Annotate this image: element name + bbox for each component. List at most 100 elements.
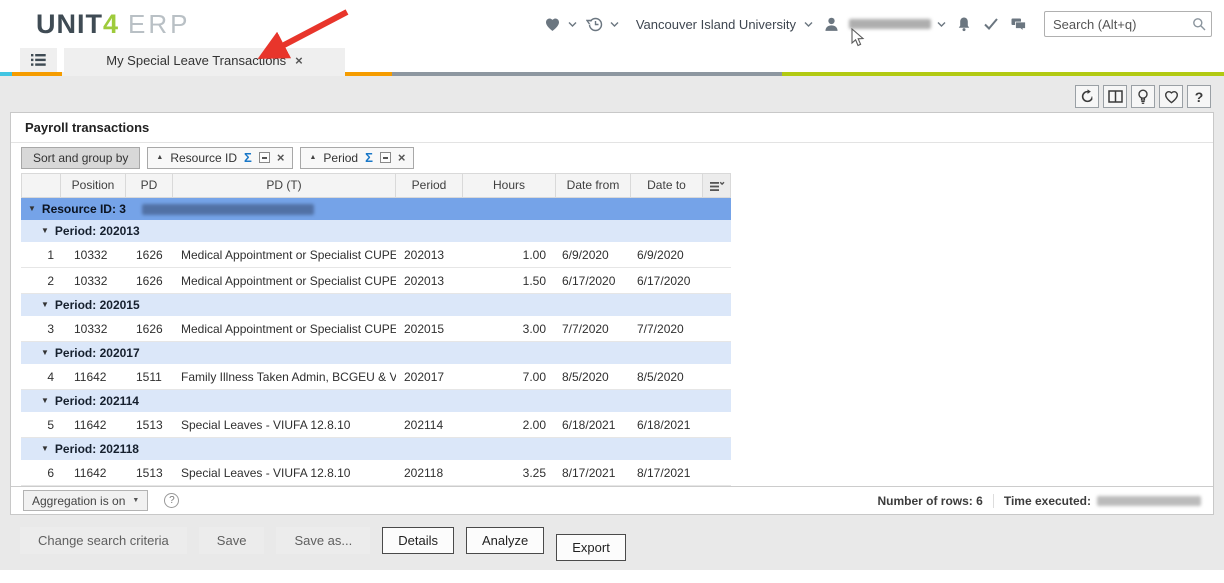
menu-list-icon[interactable] — [20, 48, 57, 72]
cell-pd-t: Special Leaves - VIUFA 12.8.10 — [173, 418, 396, 432]
stripe-green — [782, 72, 1224, 76]
cell-period: 202017 — [396, 370, 463, 384]
favorite-heart-outline-icon[interactable] — [1159, 85, 1183, 108]
collapse-arrow-icon[interactable]: ▼ — [41, 349, 49, 357]
period-group-label: Period: 202114 — [55, 394, 139, 408]
resource-group-row[interactable]: ▼Resource ID: 3 — [21, 198, 731, 220]
favorites-heart-icon[interactable] — [544, 15, 562, 33]
cell-position: 11642 — [61, 418, 126, 432]
cell-hours: 2.00 — [463, 418, 556, 432]
panel-title: Payroll transactions — [11, 113, 1213, 143]
cell-pd: 1626 — [126, 274, 173, 288]
organization-chevron-icon[interactable] — [804, 21, 813, 28]
app-header: UNIT4 ERP Vancouver Island University — [0, 0, 1224, 48]
table-row[interactable]: 2103321626Medical Appointment or Special… — [21, 268, 731, 294]
cell-period: 202015 — [396, 322, 463, 336]
sort-ascending-icon[interactable]: ▲ — [309, 154, 316, 161]
export-button[interactable]: Export — [556, 534, 626, 561]
period-group-row-period-202114[interactable]: ▼ Period: 202114 — [21, 390, 731, 412]
cell-rownum: 2 — [21, 274, 61, 288]
remove-chip-icon[interactable]: × — [398, 151, 406, 164]
tab-close-icon[interactable]: × — [295, 54, 303, 67]
table-row[interactable]: 1103321626Medical Appointment or Special… — [21, 242, 731, 268]
organization-selector[interactable]: Vancouver Island University — [636, 17, 796, 32]
cell-date-from: 8/17/2021 — [556, 466, 631, 480]
aggregation-help-icon[interactable]: ? — [164, 493, 179, 508]
help-icon[interactable]: ? — [1187, 85, 1211, 108]
execution-info: Number of rows: 6 Time executed: — [877, 494, 1201, 508]
user-menu-chevron-icon[interactable] — [937, 21, 946, 28]
column-header-position[interactable]: Position — [61, 173, 126, 199]
split-view-icon[interactable] — [1103, 85, 1127, 108]
column-header-rownum[interactable] — [21, 173, 61, 199]
cell-hours: 7.00 — [463, 370, 556, 384]
column-header-date-from[interactable]: Date from — [556, 173, 631, 199]
cell-date-from: 6/17/2020 — [556, 274, 631, 288]
collapse-arrow-icon[interactable]: ▼ — [41, 301, 49, 309]
column-header-pd[interactable]: PD — [126, 173, 173, 199]
cell-rownum: 4 — [21, 370, 61, 384]
collapse-arrow-icon[interactable]: ▼ — [41, 227, 49, 235]
table-row[interactable]: 6116421513Special Leaves - VIUFA 12.8.10… — [21, 460, 731, 486]
sum-sigma-icon[interactable]: Σ — [244, 150, 252, 165]
sort-ascending-icon[interactable]: ▲ — [156, 154, 163, 161]
period-group-label: Period: 202013 — [55, 224, 140, 238]
change-search-criteria-button[interactable]: Change search criteria — [20, 527, 187, 554]
messages-chat-icon[interactable] — [1009, 15, 1027, 33]
column-header-hours[interactable]: Hours — [463, 173, 556, 199]
remove-chip-icon[interactable]: × — [277, 151, 285, 164]
refresh-icon[interactable] — [1075, 85, 1099, 108]
cell-date-to: 8/5/2020 — [631, 370, 703, 384]
aggregation-label: Aggregation is on — [32, 494, 125, 508]
table-header-row: Position PD PD (T) Period Hours Date fro… — [21, 173, 1213, 199]
details-button[interactable]: Details — [382, 527, 454, 554]
column-header-date-to[interactable]: Date to — [631, 173, 703, 199]
tab-my-special-leave-transactions[interactable]: My Special Leave Transactions × — [64, 48, 345, 72]
period-group-row-period-202017[interactable]: ▼ Period: 202017 — [21, 342, 731, 364]
save-as-button[interactable]: Save as... — [276, 527, 370, 554]
aggregation-dropdown[interactable]: Aggregation is on ▼ — [23, 490, 148, 511]
group-chip-resource-id[interactable]: ▲ Resource ID Σ × — [147, 147, 293, 169]
user-profile-icon[interactable] — [822, 15, 840, 33]
collapse-group-icon[interactable] — [259, 152, 270, 163]
analyze-button[interactable]: Analyze — [466, 527, 544, 554]
collapse-arrow-icon[interactable]: ▼ — [41, 445, 49, 453]
sum-sigma-icon[interactable]: Σ — [365, 150, 373, 165]
collapse-group-icon[interactable] — [380, 152, 391, 163]
save-button[interactable]: Save — [199, 527, 265, 554]
table-row[interactable]: 5116421513Special Leaves - VIUFA 12.8.10… — [21, 412, 731, 438]
cell-pd: 1511 — [126, 370, 173, 384]
column-chooser-icon[interactable] — [703, 173, 731, 199]
cell-rownum: 3 — [21, 322, 61, 336]
notifications-bell-icon[interactable] — [955, 15, 973, 33]
chip-label: Resource ID — [170, 151, 237, 165]
collapse-arrow-icon[interactable]: ▼ — [41, 397, 49, 405]
cell-hours: 1.50 — [463, 274, 556, 288]
search-input[interactable] — [1044, 11, 1212, 37]
period-group-row-period-202013[interactable]: ▼ Period: 202013 — [21, 220, 731, 242]
tab-label: My Special Leave Transactions — [106, 53, 286, 68]
collapse-arrow-icon[interactable]: ▼ — [28, 205, 36, 213]
favorites-chevron-icon[interactable] — [568, 21, 577, 28]
period-group-row-period-202015[interactable]: ▼ Period: 202015 — [21, 294, 731, 316]
group-chip-period[interactable]: ▲PeriodΣ× — [300, 147, 414, 169]
approvals-check-icon[interactable] — [982, 15, 1000, 33]
sort-and-group-bar: Sort and group by ▲Resource IDΣ×▲PeriodΣ… — [11, 143, 1213, 173]
column-header-period[interactable]: Period — [396, 173, 463, 199]
stripe-orange-left — [12, 72, 62, 76]
tab-bar: My Special Leave Transactions × — [0, 48, 1224, 72]
table-row[interactable]: 4116421511Family Illness Taken Admin, BC… — [21, 364, 731, 390]
history-icon[interactable] — [586, 15, 604, 33]
table-body: ▼Resource ID: 3▼Period: 2020131103321626… — [21, 198, 731, 486]
sort-and-group-by-button[interactable]: Sort and group by — [21, 147, 140, 169]
period-group-label: Period: 202017 — [55, 346, 140, 360]
search-icon[interactable] — [1192, 17, 1206, 36]
smart-tips-lightbulb-icon[interactable] — [1131, 85, 1155, 108]
history-chevron-icon[interactable] — [610, 21, 619, 28]
logo-brand-accent: 4 — [103, 9, 118, 40]
period-group-row-period-202118[interactable]: ▼Period: 202118 — [21, 438, 731, 460]
cell-date-to: 8/17/2021 — [631, 466, 703, 480]
column-header-pd-t[interactable]: PD (T) — [173, 173, 396, 199]
table-row[interactable]: 3103321626Medical Appointment or Special… — [21, 316, 731, 342]
period-group-label: Period: 202015 — [55, 298, 140, 312]
